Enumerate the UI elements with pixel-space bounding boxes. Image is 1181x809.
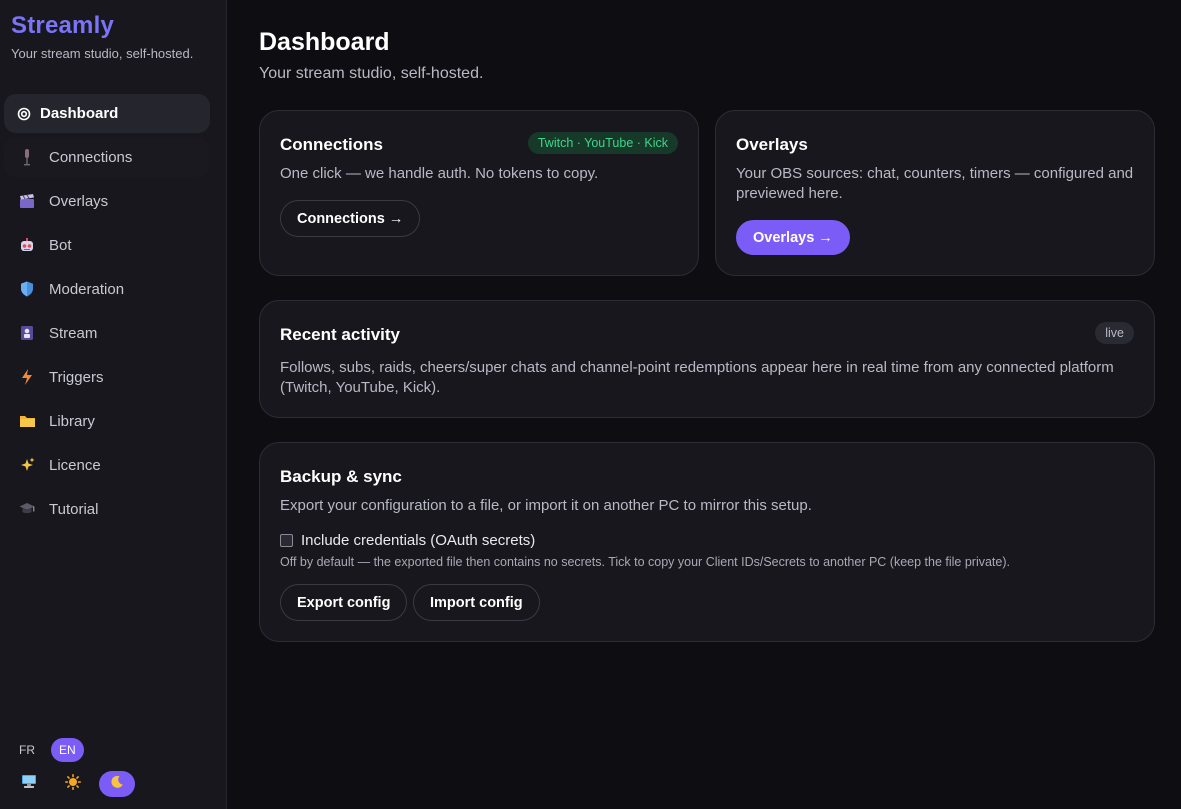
- sidebar-item-tutorial[interactable]: Tutorial: [4, 489, 210, 529]
- sidebar-item-library[interactable]: Library: [4, 401, 210, 441]
- connections-card: Connections Twitch · YouTube · Kick One …: [259, 110, 699, 276]
- brand-tagline: Your stream studio, self-hosted.: [11, 46, 194, 61]
- sidebar-item-licence[interactable]: Licence: [4, 445, 210, 485]
- overlays-button[interactable]: Overlays →: [736, 220, 850, 255]
- monitor-icon: [21, 774, 37, 794]
- sidebar-item-label: Triggers: [49, 368, 104, 386]
- recent-activity-text: Follows, subs, raids, cheers/super chats…: [280, 359, 1114, 396]
- include-credentials-hint: Off by default — the exported file then …: [280, 555, 1010, 569]
- recent-activity-title: Recent activity: [280, 325, 400, 344]
- sidebar-item-label: Bot: [49, 236, 72, 254]
- sidebar-item-stream[interactable]: Stream: [4, 313, 210, 353]
- sidebar-item-label: Overlays: [49, 192, 109, 210]
- sidebar-item-overlays[interactable]: Overlays: [4, 181, 210, 221]
- microphone-icon: [17, 147, 37, 167]
- graduation-cap-icon: [17, 499, 37, 519]
- language-switcher: FR EN: [11, 738, 84, 762]
- sidebar-item-dashboard[interactable]: Dashboard: [4, 94, 210, 133]
- backup-sync-card: Backup & sync Export your configuration …: [259, 442, 1155, 642]
- theme-system-button[interactable]: [11, 771, 47, 797]
- overlays-card-title: Overlays: [736, 135, 808, 154]
- language-en-button[interactable]: EN: [51, 738, 84, 762]
- platforms-badge: Twitch · YouTube · Kick: [527, 132, 678, 154]
- include-credentials-row[interactable]: Include credentials (OAuth secrets): [280, 532, 535, 549]
- sidebar: Streamly Your stream studio, self-hosted…: [0, 0, 227, 809]
- connections-card-title: Connections: [280, 135, 383, 154]
- import-config-button[interactable]: Import config: [413, 584, 540, 621]
- language-fr-button[interactable]: FR: [11, 738, 43, 762]
- sidebar-item-triggers[interactable]: Triggers: [4, 357, 210, 397]
- connections-button[interactable]: Connections →: [280, 200, 421, 237]
- export-config-button[interactable]: Export config: [280, 584, 408, 621]
- robot-icon: [17, 235, 37, 255]
- theme-light-button[interactable]: [55, 771, 91, 797]
- page-title: Dashboard: [259, 28, 390, 56]
- sidebar-item-bot[interactable]: Bot: [4, 225, 210, 265]
- sun-icon: [65, 773, 81, 795]
- sidebar-item-label: Licence: [49, 456, 101, 474]
- sidebar-item-label: Moderation: [49, 280, 125, 298]
- theme-switcher: [11, 771, 135, 797]
- sparkles-icon: [17, 455, 37, 475]
- sidebar-item-connections[interactable]: Connections: [4, 137, 210, 177]
- live-badge: live: [1095, 322, 1134, 344]
- sidebar-item-label: Dashboard: [40, 105, 119, 122]
- sidebar-item-moderation[interactable]: Moderation: [4, 269, 210, 309]
- page-subtitle: Your stream studio, self-hosted.: [259, 65, 484, 82]
- sidebar-item-label: Tutorial: [49, 500, 99, 518]
- shield-icon: [17, 279, 37, 299]
- clapperboard-icon: [17, 191, 37, 211]
- folder-icon: [17, 411, 37, 431]
- broadcast-icon: [17, 323, 37, 343]
- overlays-card: Overlays Your OBS sources: chat, counter…: [715, 110, 1155, 276]
- moon-icon: [110, 775, 124, 794]
- lightning-icon: [17, 367, 37, 387]
- backup-sync-text: Export your configuration to a file, or …: [280, 497, 812, 514]
- sidebar-item-label: Library: [49, 412, 95, 430]
- overlays-card-text: Your OBS sources: chat, counters, timers…: [736, 165, 1134, 202]
- backup-sync-title: Backup & sync: [280, 467, 402, 486]
- recent-activity-card: Recent activity live Follows, subs, raid…: [259, 300, 1155, 418]
- include-credentials-checkbox[interactable]: [280, 534, 293, 547]
- include-credentials-label: Include credentials (OAuth secrets): [301, 532, 536, 549]
- connections-card-text: One click — we handle auth. No tokens to…: [280, 165, 599, 182]
- sidebar-nav: Dashboard Connections Overlays Bot Moder…: [4, 94, 210, 533]
- dashboard-icon: [14, 104, 34, 124]
- theme-dark-button[interactable]: [99, 771, 135, 797]
- sidebar-item-label: Connections: [49, 148, 133, 166]
- sidebar-item-label: Stream: [49, 324, 98, 342]
- brand-logo[interactable]: Streamly: [11, 12, 114, 40]
